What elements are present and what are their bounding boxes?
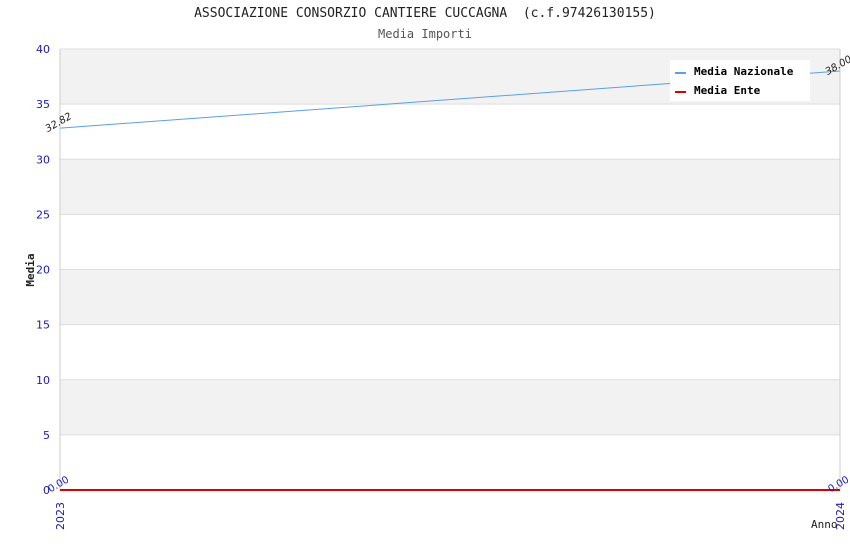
grid-band (60, 159, 840, 215)
data-label: 0.00 (46, 475, 71, 496)
y-tick-labels: 0510152025303540 (36, 43, 50, 497)
legend-label-media-nazionale: Media Nazionale (694, 65, 794, 78)
grid-band (60, 104, 840, 160)
grid-band (60, 379, 840, 435)
legend-label-media-ente: Media Ente (694, 84, 761, 97)
y-tick-label: 25 (36, 208, 50, 221)
legend: Media Nazionale Media Ente (670, 60, 810, 101)
y-tick-label: 20 (36, 264, 50, 277)
y-tick-label: 10 (36, 374, 50, 387)
grid-band (60, 269, 840, 325)
x-tick-label: 2023 (54, 502, 67, 530)
y-tick-label: 40 (36, 43, 50, 56)
y-tick-label: 30 (36, 153, 50, 166)
x-tick-labels: 2023 2024 (54, 502, 847, 530)
y-tick-label: 5 (43, 429, 50, 442)
y-axis-label: Media (24, 253, 37, 286)
x-axis-label: Anno (811, 518, 838, 531)
y-tick-label: 15 (36, 319, 50, 332)
grid-band (60, 434, 840, 490)
y-tick-label: 35 (36, 98, 50, 111)
line-chart: 0510152025303540 2023 2024 32.8238.000.00… (24, 43, 850, 531)
grid-band (60, 214, 840, 270)
grid-band (60, 324, 840, 380)
